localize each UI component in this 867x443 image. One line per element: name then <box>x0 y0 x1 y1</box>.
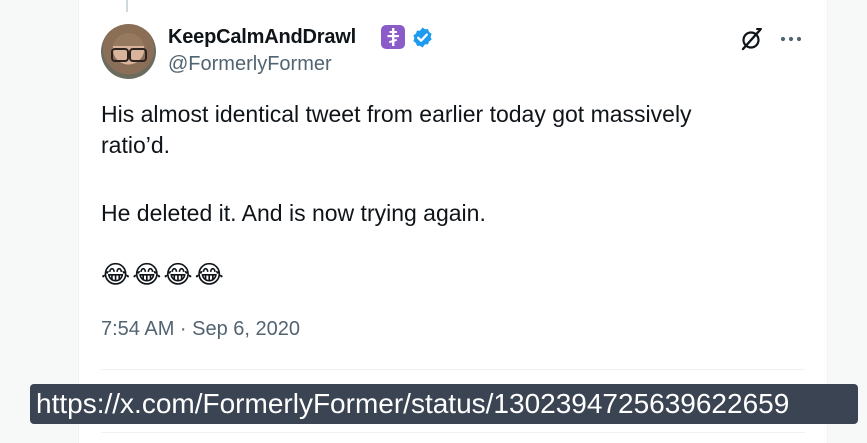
tweet-text-line: He deleted it. And is now trying again. <box>101 200 486 226</box>
verified-badge-icon <box>411 26 434 49</box>
tweet-url-overlay: https://x.com/FormerlyFormer/status/1302… <box>30 384 858 424</box>
grok-icon[interactable] <box>739 26 765 52</box>
tweet-timestamp[interactable]: 7:54 AM · Sep 6, 2020 <box>101 318 300 341</box>
avatar[interactable] <box>101 24 156 79</box>
tweet-text-line: His almost identical tweet from earlier … <box>101 101 692 127</box>
display-name[interactable]: KeepCalmAndDrawl <box>168 26 356 49</box>
divider <box>101 369 805 370</box>
more-icon[interactable] <box>778 26 804 52</box>
tweet-emojis: 😂😂😂😂 <box>101 261 226 289</box>
divider <box>101 432 805 433</box>
orthodox-cross-icon <box>381 25 405 49</box>
tweet-text-line: ratio’d. <box>101 132 171 158</box>
user-handle[interactable]: @FormerlyFormer <box>168 53 332 76</box>
thread-connector-line <box>126 0 128 12</box>
